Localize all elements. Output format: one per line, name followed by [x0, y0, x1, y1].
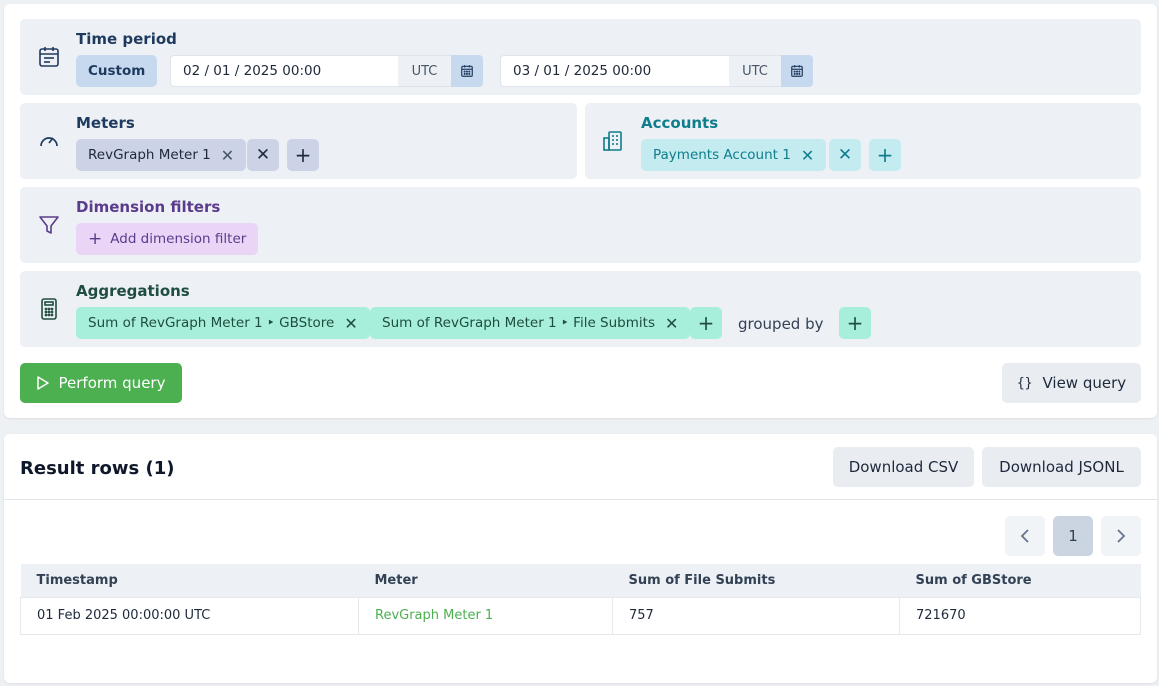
start-timezone-label: UTC [398, 55, 452, 87]
table-header-row: Timestamp Meter Sum of File Submits Sum … [20, 564, 1141, 597]
remove-account-icon[interactable]: ✕ [801, 146, 814, 165]
results-divider [4, 499, 1157, 500]
account-chip-label: Payments Account 1 [653, 147, 791, 163]
add-aggregation-button[interactable]: + [690, 307, 722, 339]
column-header-gbstore[interactable]: Sum of GBStore [899, 564, 1141, 597]
chevron-left-icon [1020, 529, 1029, 543]
filter-icon [39, 216, 59, 234]
accounts-title: Accounts [641, 114, 719, 132]
table-row: 01 Feb 2025 00:00:00 UTC RevGraph Meter … [20, 596, 1141, 635]
dimension-filters-title: Dimension filters [76, 198, 221, 216]
meter-chip-label: RevGraph Meter 1 [88, 147, 211, 163]
remove-aggregation-icon[interactable]: ✕ [344, 314, 357, 333]
timestamp-cell: 01 Feb 2025 00:00:00 UTC [20, 596, 359, 635]
remove-aggregation-icon[interactable]: ✕ [665, 314, 678, 333]
column-header-meter[interactable]: Meter [358, 564, 613, 597]
file-submits-cell: 757 [612, 596, 900, 635]
download-jsonl-button[interactable]: Download JSONL [982, 447, 1141, 487]
view-query-label: View query [1042, 374, 1127, 392]
add-dimension-filter-button[interactable]: + Add dimension filter [76, 223, 259, 255]
building-icon [603, 131, 622, 151]
query-builder-card: Time period Custom 02 / 01 / 2025 00:00 … [4, 4, 1157, 418]
add-account-button[interactable]: + [869, 139, 901, 171]
custom-period-button[interactable]: Custom [76, 55, 158, 87]
start-date-input[interactable]: 02 / 01 / 2025 00:00 [170, 55, 399, 87]
meters-section: Meters RevGraph Meter 1 ✕ ✕ + [20, 103, 577, 179]
column-header-timestamp[interactable]: Timestamp [20, 564, 359, 597]
end-date-picker-button[interactable] [781, 55, 813, 87]
calendar-icon [791, 65, 803, 77]
page-number-button[interactable]: 1 [1053, 516, 1093, 556]
remove-meter-icon[interactable]: ✕ [221, 146, 234, 165]
aggregation-chip-label: Sum of RevGraph Meter 1 ‣ File Submits [382, 315, 655, 331]
start-date-picker-button[interactable] [451, 55, 483, 87]
play-icon [36, 376, 49, 390]
previous-page-button[interactable] [1005, 516, 1045, 556]
aggregations-title: Aggregations [76, 282, 190, 300]
account-chip[interactable]: Payments Account 1 ✕ [641, 139, 827, 171]
results-table: Timestamp Meter Sum of File Submits Sum … [20, 564, 1141, 635]
perform-query-button[interactable]: Perform query [20, 363, 182, 403]
clear-meters-button[interactable]: ✕ [247, 139, 279, 171]
next-page-button[interactable] [1101, 516, 1141, 556]
time-period-title: Time period [76, 30, 177, 48]
braces-icon: {} [1016, 375, 1033, 391]
download-csv-button[interactable]: Download CSV [833, 447, 974, 487]
gbstore-cell: 721670 [899, 596, 1141, 635]
results-card: Result rows (1) Download CSV Download JS… [4, 434, 1157, 683]
plus-icon: + [88, 229, 103, 249]
view-query-button[interactable]: {} View query [1002, 363, 1141, 403]
end-date-input[interactable]: 03 / 01 / 2025 00:00 [500, 55, 730, 87]
dimension-filters-section: Dimension filters + Add dimension filter [20, 187, 1141, 263]
chevron-right-icon [1117, 529, 1126, 543]
aggregation-chip[interactable]: Sum of RevGraph Meter 1 ‣ File Submits ✕ [370, 307, 691, 339]
add-group-by-button[interactable]: + [839, 307, 871, 339]
clear-accounts-button[interactable]: ✕ [829, 139, 861, 171]
meter-link[interactable]: RevGraph Meter 1 [358, 596, 613, 635]
meter-chip[interactable]: RevGraph Meter 1 ✕ [76, 139, 247, 171]
aggregation-chip-label: Sum of RevGraph Meter 1 ‣ GBStore [88, 315, 335, 331]
add-dimension-filter-label: Add dimension filter [110, 231, 247, 247]
calculator-icon [41, 298, 57, 320]
aggregations-section: Aggregations Sum of RevGraph Meter 1 ‣ G… [20, 271, 1141, 347]
end-timezone-label: UTC [729, 55, 782, 87]
aggregation-chip[interactable]: Sum of RevGraph Meter 1 ‣ GBStore ✕ [76, 307, 370, 339]
column-header-file-submits[interactable]: Sum of File Submits [612, 564, 900, 597]
time-period-section: Time period Custom 02 / 01 / 2025 00:00 … [20, 19, 1141, 95]
results-title: Result rows (1) [20, 458, 175, 479]
accounts-section: Accounts Payments Account 1 ✕ ✕ + [585, 103, 1141, 179]
gauge-icon [40, 137, 58, 147]
calendar-icon [39, 47, 59, 67]
grouped-by-label: grouped by [738, 315, 824, 333]
calendar-icon [461, 65, 473, 77]
add-meter-button[interactable]: + [287, 139, 319, 171]
perform-query-label: Perform query [58, 374, 166, 392]
meters-title: Meters [76, 114, 135, 132]
